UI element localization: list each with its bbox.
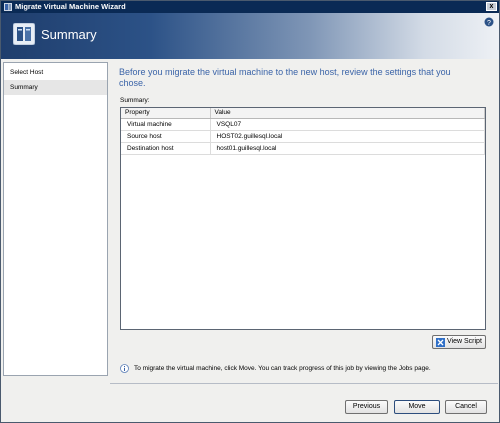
title-bar[interactable]: Migrate Virtual Machine Wizard x [1,1,499,13]
window-title: Migrate Virtual Machine Wizard [15,2,126,11]
move-button[interactable]: Move [394,400,440,414]
migrate-vm-icon [13,23,35,45]
view-script-button[interactable]: View Script [432,335,486,349]
table-row[interactable]: Destination host host01.guillesql.local [121,142,485,155]
intro-text: Before you migrate the virtual machine t… [119,67,451,88]
svg-text:?: ? [487,20,491,27]
cell-value: host01.guillesql.local [210,142,485,155]
view-script-label: View Script [447,338,482,345]
cancel-button[interactable]: Cancel [445,400,487,414]
table-row[interactable]: Virtual machine VSQL07 [121,118,485,131]
table-row[interactable]: Source host HOST02.guillesql.local [121,130,485,143]
wizard-app-icon [4,3,12,11]
nav-item-select-host[interactable]: Select Host [4,65,107,80]
info-bar: To migrate the virtual machine, click Mo… [120,364,486,376]
info-text: To migrate the virtual machine, click Mo… [134,365,431,372]
info-icon [120,364,129,373]
close-button[interactable]: x [486,2,497,11]
footer-divider [110,383,498,384]
help-icon[interactable]: ? [484,17,494,27]
cell-property: Virtual machine [121,118,211,131]
wizard-header: Summary ? [1,13,499,59]
nav-item-summary[interactable]: Summary [4,80,107,95]
cell-value: HOST02.guillesql.local [210,130,485,143]
cell-property: Destination host [121,142,211,155]
column-header-value[interactable]: Value [210,108,485,119]
table-header-row: Property Value [121,108,485,119]
summary-table: Property Value Virtual machine VSQL07 So… [120,107,486,330]
cell-property: Source host [121,130,211,143]
page-title: Summary [41,27,97,42]
column-header-property[interactable]: Property [121,108,211,119]
script-icon [436,338,445,347]
cell-value: VSQL07 [210,118,485,131]
summary-label: Summary: [120,97,150,104]
previous-button[interactable]: Previous [345,400,388,414]
wizard-steps-nav: Select Host Summary [3,62,108,376]
